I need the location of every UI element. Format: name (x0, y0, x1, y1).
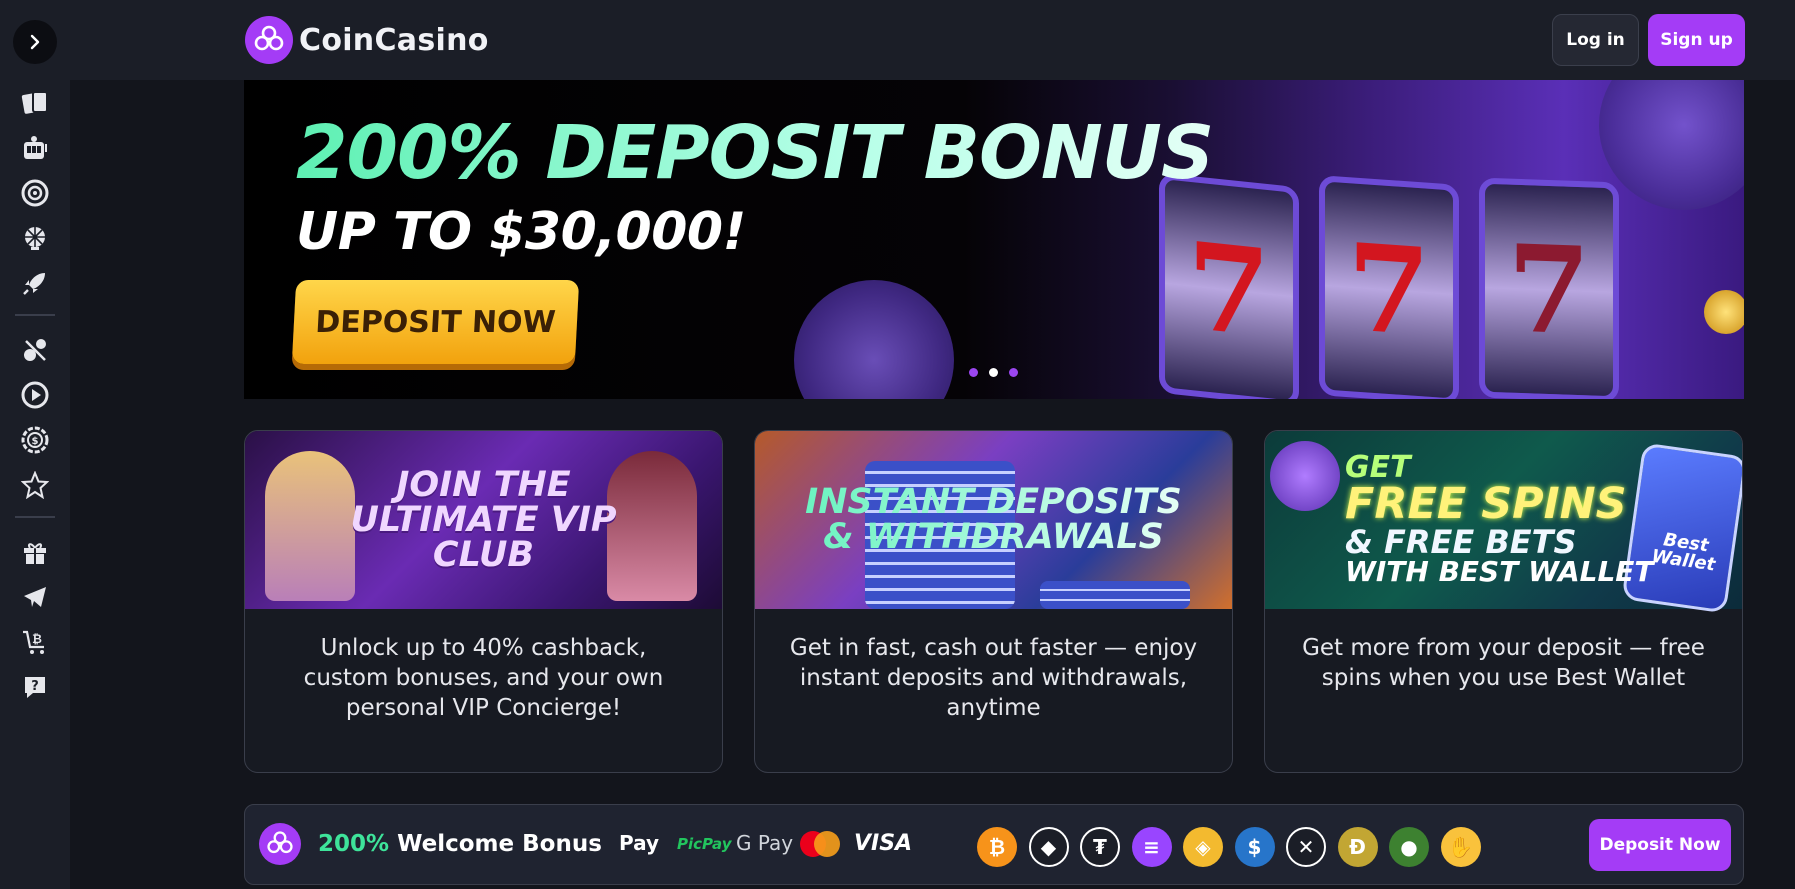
promo-card-best-wallet[interactable]: Best Wallet GET FREE SPINS & FREE BETS W… (1264, 430, 1743, 773)
svg-text:$: $ (32, 436, 39, 447)
star-icon (21, 471, 49, 499)
ethereum-icon: ◆ (1028, 827, 1069, 867)
top-header: CoinCasino Log in Sign up (70, 0, 1795, 80)
telegram-icon (24, 587, 46, 607)
sidebar-item-promotions[interactable] (19, 536, 51, 568)
brand-logo[interactable]: CoinCasino (245, 16, 489, 64)
card-image-title-line: & WITHDRAWALS (823, 517, 1164, 557)
pepe-icon: ● (1389, 827, 1429, 867)
sidebar-item-live[interactable] (19, 379, 51, 411)
sidebar-item-crash[interactable] (19, 267, 51, 299)
carousel-dot[interactable] (969, 368, 978, 377)
hero-deposit-button[interactable]: DEPOSIT NOW (291, 280, 580, 364)
card-image-title-line: INSTANT DEPOSITS (805, 482, 1182, 522)
mastercard-icon (800, 831, 840, 857)
instant-deposits-banner-image: INSTANT DEPOSITS & WITHDRAWALS (755, 431, 1232, 609)
rocket-icon (23, 273, 45, 295)
card-description: Get more from your deposit — free spins … (1302, 635, 1705, 691)
dogecoin-icon: Ð (1337, 827, 1378, 867)
dollar-chip-icon: $ (21, 426, 49, 454)
signup-button[interactable]: Sign up (1648, 14, 1745, 66)
solana-icon: ≡ (1131, 827, 1172, 867)
welcome-bonus-bar: 200% Welcome Bonus Pay PicPay G Pay VISA… (244, 804, 1744, 885)
slot-reel: 7 (1159, 172, 1299, 399)
bonus-percent: 200% (318, 831, 390, 857)
deposit-now-button[interactable]: Deposit Now (1589, 819, 1731, 871)
visa-icon: VISA (854, 831, 913, 856)
sidebar-toggle-button[interactable] (13, 20, 57, 64)
svg-text:?: ? (31, 679, 39, 694)
sidebar-item-sports[interactable] (19, 334, 51, 366)
usdc-icon: $ (1234, 827, 1275, 867)
sidebar: $ ₿ ? (0, 0, 70, 889)
wheel-icon (25, 227, 45, 250)
sidebar-item-roulette[interactable] (19, 177, 51, 209)
hero-title: 200% DEPOSIT BONUS (296, 110, 1214, 196)
coincasino-logo-icon (259, 823, 301, 865)
sports-icon (24, 339, 46, 361)
brand-name: CoinCasino (299, 22, 489, 58)
bonus-text: Welcome Bonus (397, 831, 602, 857)
apple-pay-icon: Pay (619, 831, 660, 855)
hero-banner[interactable]: 7 7 7 200% DEPOSIT BONUS UP TO $30,000! … (244, 80, 1744, 399)
coincasino-logo-icon (245, 16, 293, 64)
login-button[interactable]: Log in (1552, 14, 1639, 66)
google-pay-icon: G Pay (736, 831, 794, 855)
carousel-dot[interactable] (1009, 368, 1018, 377)
support-chat-icon: ? (25, 677, 45, 698)
play-icon (21, 381, 49, 409)
sidebar-item-bonus[interactable]: $ (19, 424, 51, 456)
tether-icon: ₮ (1080, 827, 1120, 867)
card-description: Unlock up to 40% cashback, custom bonuse… (303, 635, 664, 721)
sidebar-item-buy-crypto[interactable]: ₿ (19, 626, 51, 658)
xrp-icon: ✕ (1286, 827, 1326, 867)
sidebar-divider (15, 516, 55, 518)
casino-chip-image (1270, 441, 1340, 511)
picpay-icon: PicPay (677, 835, 732, 853)
sidebar-item-cards[interactable] (19, 87, 51, 119)
casino-chip-image (1599, 80, 1744, 210)
bitcoin-icon: ₿ (977, 827, 1017, 867)
bnb-icon: ◈ (1183, 827, 1223, 867)
bonk-icon: ✋ (1440, 827, 1481, 867)
sidebar-item-support[interactable]: ? (19, 671, 51, 703)
card-image-title-line: ULTIMATE VIP (350, 499, 617, 540)
card-description: Get in fast, cash out faster — enjoy ins… (789, 635, 1198, 721)
slot-reel: 7 (1319, 175, 1459, 399)
sidebar-item-wheel[interactable] (19, 222, 51, 254)
chip-stack-image (1040, 581, 1190, 609)
best-wallet-banner-image: Best Wallet GET FREE SPINS & FREE BETS W… (1265, 431, 1742, 614)
vip-club-banner-image: JOIN THE ULTIMATE VIP CLUB (245, 431, 722, 609)
card-image-title-line: CLUB (432, 534, 535, 575)
casino-chip-image (794, 280, 954, 399)
hero-subtitle: UP TO $30,000! (296, 202, 746, 262)
slot-lever-knob (1704, 290, 1744, 334)
slot-reel: 7 (1479, 177, 1619, 399)
sidebar-divider (15, 314, 55, 316)
sidebar-item-favorites[interactable] (19, 469, 51, 501)
card-image-title-line: JOIN THE (396, 464, 571, 505)
card-image-title-line: FREE SPINS (1345, 479, 1627, 529)
gift-icon (24, 543, 46, 564)
chevron-right-icon (30, 34, 40, 50)
carousel-dot-active[interactable] (989, 368, 998, 377)
promo-card-vip[interactable]: JOIN THE ULTIMATE VIP CLUB Unlock up to … (244, 430, 723, 773)
crypto-cart-icon: ₿ (23, 630, 44, 654)
carousel-dots (969, 368, 1018, 377)
cards-icon (21, 91, 48, 114)
hostess-image (607, 451, 697, 601)
card-image-title-line: & FREE BETS (1345, 523, 1577, 561)
hostess-image (265, 451, 355, 601)
promo-card-instant[interactable]: INSTANT DEPOSITS & WITHDRAWALS Get in fa… (754, 430, 1233, 773)
slot-machine-icon (24, 136, 47, 159)
sidebar-item-slots[interactable] (19, 132, 51, 164)
roulette-icon (21, 179, 49, 207)
svg-text:₿: ₿ (32, 632, 42, 646)
card-image-title-line: WITH BEST WALLET (1345, 555, 1654, 588)
sidebar-item-telegram[interactable] (19, 581, 51, 613)
welcome-bonus-label: 200% Welcome Bonus (318, 831, 602, 857)
